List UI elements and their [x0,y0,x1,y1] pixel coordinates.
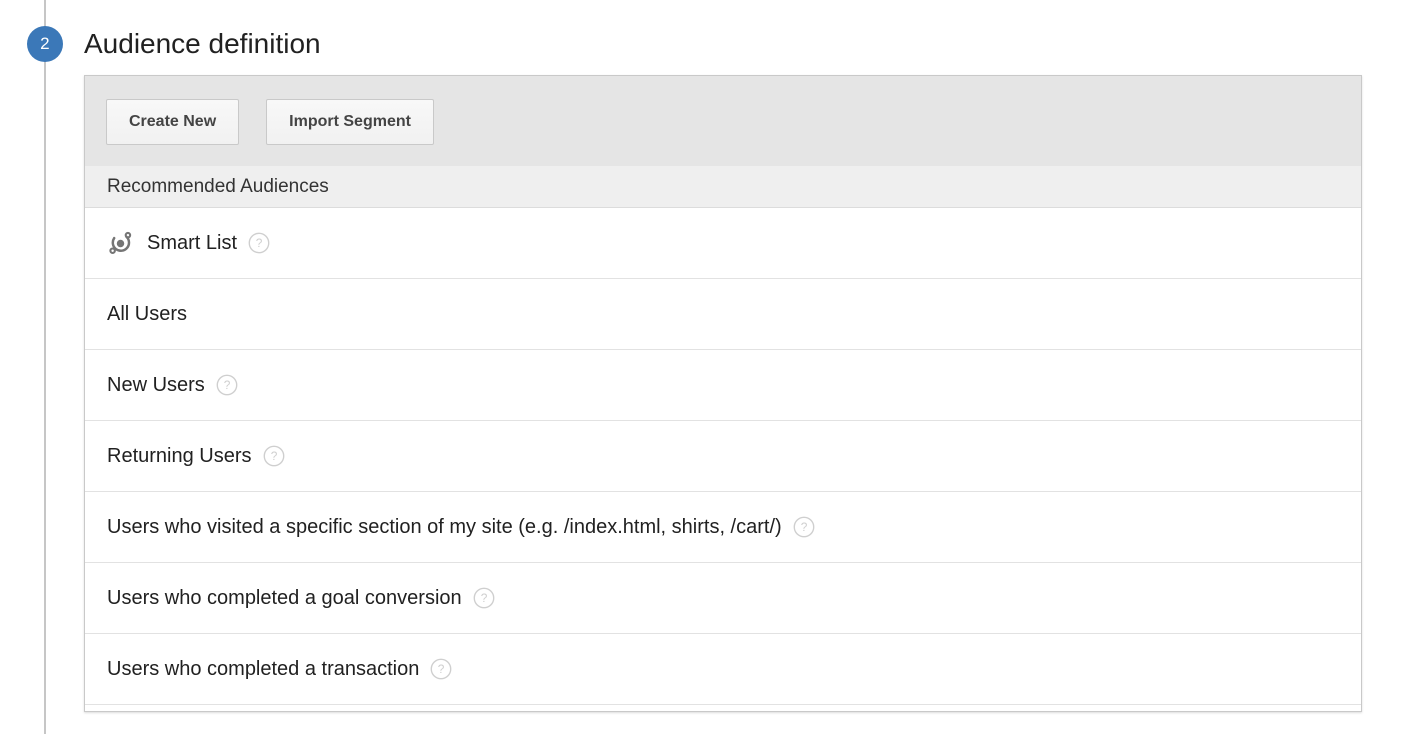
help-icon[interactable]: ? [430,658,452,680]
recommended-audiences-heading: Recommended Audiences [85,166,1361,208]
audience-row[interactable]: Users who completed a goal conversion? [85,563,1361,634]
audience-row[interactable]: All Users [85,279,1361,350]
audience-row-label: Users who completed a transaction [107,657,419,681]
audience-row-label: Returning Users [107,444,252,468]
panel-toolbar: Create New Import Segment [85,76,1361,166]
audience-row-label: Users who completed a goal conversion [107,586,462,610]
audience-row-label: Users who visited a specific section of … [107,515,782,539]
audience-row[interactable]: Returning Users? [85,421,1361,492]
audience-row-label: All Users [107,302,187,326]
page-title: Audience definition [84,26,321,62]
import-segment-button[interactable]: Import Segment [266,99,434,145]
svg-text:?: ? [270,449,277,463]
audience-row-label: Smart List [147,231,237,255]
help-icon[interactable]: ? [248,232,270,254]
audience-row[interactable]: Smart List? [85,208,1361,279]
help-icon[interactable]: ? [263,445,285,467]
smart-list-icon [107,230,134,257]
audience-list: Smart List?All UsersNew Users?Returning … [85,208,1361,705]
create-new-button[interactable]: Create New [106,99,239,145]
audience-row[interactable]: Users who completed a transaction? [85,634,1361,705]
svg-text:?: ? [480,591,487,605]
help-icon[interactable]: ? [216,374,238,396]
svg-text:?: ? [438,662,445,676]
step-number-badge: 2 [27,26,63,62]
audience-row[interactable]: New Users? [85,350,1361,421]
help-icon[interactable]: ? [473,587,495,609]
audience-definition-panel: Create New Import Segment Recommended Au… [84,75,1362,712]
audience-row-label: New Users [107,373,205,397]
step-connector-rail [44,0,46,734]
svg-text:?: ? [800,520,807,534]
svg-text:?: ? [256,236,263,250]
help-icon[interactable]: ? [793,516,815,538]
svg-text:?: ? [223,378,230,392]
audience-row[interactable]: Users who visited a specific section of … [85,492,1361,563]
